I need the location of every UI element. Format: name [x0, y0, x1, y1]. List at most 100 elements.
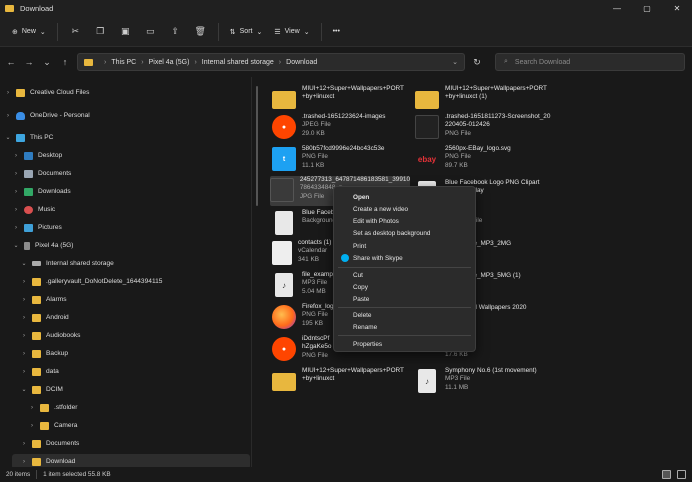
delete-icon[interactable]: 🗑 — [194, 21, 207, 43]
maximize-button[interactable]: ▢ — [632, 0, 662, 17]
share-icon[interactable]: ⇪ — [169, 21, 182, 43]
nav-item-pictures[interactable]: › Pictures — [12, 220, 62, 235]
list-item-partial[interactable]: el Wallpapers 2020 — [472, 304, 582, 334]
list-item[interactable]: MIUI+12+Super+Wallpapers+PORT +by+linuxct — [272, 367, 412, 397]
nav-item-internal-storage[interactable]: ⌄ Internal shared storage — [20, 256, 113, 271]
nav-item-galleryvault[interactable]: › .galleryvault_DoNotDelete_1644394115 — [20, 274, 162, 289]
search-input[interactable]: ⌕ Search Download — [495, 53, 685, 71]
chevron-down-icon: ⌄ — [21, 387, 27, 393]
list-item[interactable]: ebay 2560px-EBay_logo.svg PNG File 89.7 KB — [415, 145, 565, 175]
firefox-logo-icon — [272, 305, 296, 329]
menu-item-paste[interactable]: Paste — [334, 293, 475, 305]
chevron-down-icon: ⌄ — [256, 28, 263, 36]
menu-divider — [338, 267, 471, 268]
nav-item-music[interactable]: › Music — [12, 202, 55, 217]
nav-item-camera[interactable]: › Camera — [28, 418, 77, 433]
list-item[interactable]: .trashed-1651811273-Screenshot_20 220405-… — [415, 113, 565, 143]
creative-cloud-icon — [16, 88, 25, 97]
nav-item-desktop[interactable]: › Desktop — [12, 148, 62, 163]
breadcrumb-download[interactable]: Download — [286, 59, 317, 66]
folder-icon — [32, 331, 41, 340]
address-bar[interactable]: › This PC › Pixel 4a (5G) › Internal sha… — [77, 53, 465, 71]
breadcrumb-this-pc[interactable]: This PC — [111, 59, 136, 66]
chevron-right-icon: › — [278, 58, 282, 66]
chevron-down-icon: ⌄ — [13, 243, 19, 249]
forward-arrow-icon[interactable]: → — [22, 52, 36, 72]
window-title: Download — [20, 4, 54, 13]
menu-item-print[interactable]: Print — [334, 240, 475, 252]
chevron-down-icon: ⌄ — [5, 135, 11, 141]
breadcrumb-storage[interactable]: Internal shared storage — [202, 59, 274, 66]
menu-item-set-background[interactable]: Set as desktop background — [334, 227, 475, 239]
recent-chevron-icon[interactable]: ⌄ — [40, 52, 54, 72]
menu-item-rename[interactable]: Rename — [334, 321, 475, 333]
nav-item-audiobooks[interactable]: › Audiobooks — [20, 328, 80, 343]
list-item[interactable]: MIUI+12+Super+Wallpapers+PORT +by+linuxct — [272, 85, 412, 115]
nav-item-backup[interactable]: › Backup — [20, 346, 68, 361]
menu-item-delete[interactable]: Delete — [334, 309, 475, 321]
pictures-icon — [24, 223, 33, 232]
list-item-partial[interactable]: le_MP3_5MG (1) — [472, 272, 552, 302]
menu-item-properties[interactable]: Properties — [334, 338, 475, 350]
menu-item-copy[interactable]: Copy — [334, 281, 475, 293]
up-arrow-icon[interactable]: ↑ — [58, 52, 72, 72]
contact-card-icon — [272, 241, 292, 265]
list-item[interactable]: MIUI+12+Super+Wallpapers+PORT +by+linuxct… — [415, 85, 565, 115]
status-bar: 20 items 1 item selected 55.8 KB — [0, 467, 692, 482]
copy-icon[interactable]: ❐ — [94, 21, 107, 43]
breadcrumb-pixel[interactable]: Pixel 4a (5G) — [149, 59, 190, 66]
chevron-right-icon: › — [104, 58, 107, 66]
nav-item-pixel[interactable]: ⌄ Pixel 4a (5G) — [12, 238, 73, 253]
menu-item-cut[interactable]: Cut — [334, 269, 475, 281]
cut-icon[interactable]: ✂ — [69, 21, 82, 43]
photo-thumbnail-icon — [270, 178, 294, 202]
more-options-button[interactable]: ••• — [327, 21, 346, 43]
nav-item-downloads[interactable]: › Downloads — [12, 184, 71, 199]
close-button[interactable]: ✕ — [662, 0, 692, 17]
paste-icon[interactable]: ▣ — [119, 21, 132, 43]
nav-scrollbar[interactable] — [256, 86, 258, 206]
nav-item-data[interactable]: › data — [20, 364, 59, 379]
chevron-right-icon: › — [15, 152, 17, 159]
nav-item-this-pc[interactable]: ⌄ This PC — [4, 130, 53, 145]
list-item[interactable]: ♪ Symphony No.6 (1st movement) MP3 File 11… — [415, 367, 565, 397]
reddit-icon: ● — [272, 115, 296, 139]
twitter-icon: t — [272, 147, 296, 171]
sort-icon: ⇅ — [229, 28, 236, 36]
chevron-right-icon: › — [194, 58, 197, 66]
sort-button[interactable]: ⇅ Sort ⌄ — [224, 21, 269, 43]
minimize-button[interactable]: — — [602, 0, 632, 17]
list-item[interactable]: t 580b57fcd9996e24bc43c53e PNG File 11.1 K… — [272, 145, 412, 175]
nav-item-onedrive[interactable]: › OneDrive - Personal — [4, 108, 90, 123]
refresh-icon[interactable]: ↻ — [469, 53, 485, 71]
computer-icon — [16, 133, 25, 142]
menu-item-create-video[interactable]: Create a new video — [334, 203, 475, 215]
nav-item-creative-cloud[interactable]: › Creative Cloud Files — [4, 85, 89, 100]
nav-item-documents-phone[interactable]: › Documents — [20, 436, 79, 451]
nav-item-alarms[interactable]: › Alarms — [20, 292, 67, 307]
menu-item-share-skype[interactable]: Share with Skype — [334, 252, 475, 264]
context-menu: Open Create a new video Edit with Photos… — [333, 186, 476, 352]
nav-item-stfolder[interactable]: › .stfolder — [28, 400, 77, 415]
chevron-right-icon: › — [23, 278, 25, 285]
details-view-icon[interactable] — [662, 470, 671, 479]
rename-icon[interactable]: ▭ — [144, 21, 157, 43]
folder-icon — [32, 457, 41, 466]
menu-item-edit-photos[interactable]: Edit with Photos — [334, 215, 475, 227]
list-item-partial[interactable]: le_MP3_2MG — [472, 240, 552, 270]
new-button[interactable]: ⊕ New ⌄ — [6, 21, 52, 43]
address-row: ← → ⌄ ↑ › This PC › Pixel 4a (5G) › Inte… — [0, 47, 692, 77]
chevron-right-icon: › — [23, 296, 25, 303]
nav-item-android[interactable]: › Android — [20, 310, 69, 325]
view-button[interactable]: ☰ View ⌄ — [268, 21, 315, 43]
folder-icon — [272, 91, 296, 109]
item-count: 20 items — [6, 471, 31, 478]
nav-item-dcim[interactable]: ⌄ DCIM — [20, 382, 63, 397]
file-list: MIUI+12+Super+Wallpapers+PORT +by+linuxct… — [262, 77, 692, 467]
chevron-down-icon[interactable]: ⌄ — [452, 58, 458, 66]
tiles-view-icon[interactable] — [677, 470, 686, 479]
nav-item-documents[interactable]: › Documents — [12, 166, 71, 181]
list-item[interactable]: ● .trashed-1651223624-images JPEG File 29.… — [272, 113, 412, 143]
back-arrow-icon[interactable]: ← — [4, 52, 18, 72]
menu-item-open[interactable]: Open — [334, 191, 475, 203]
